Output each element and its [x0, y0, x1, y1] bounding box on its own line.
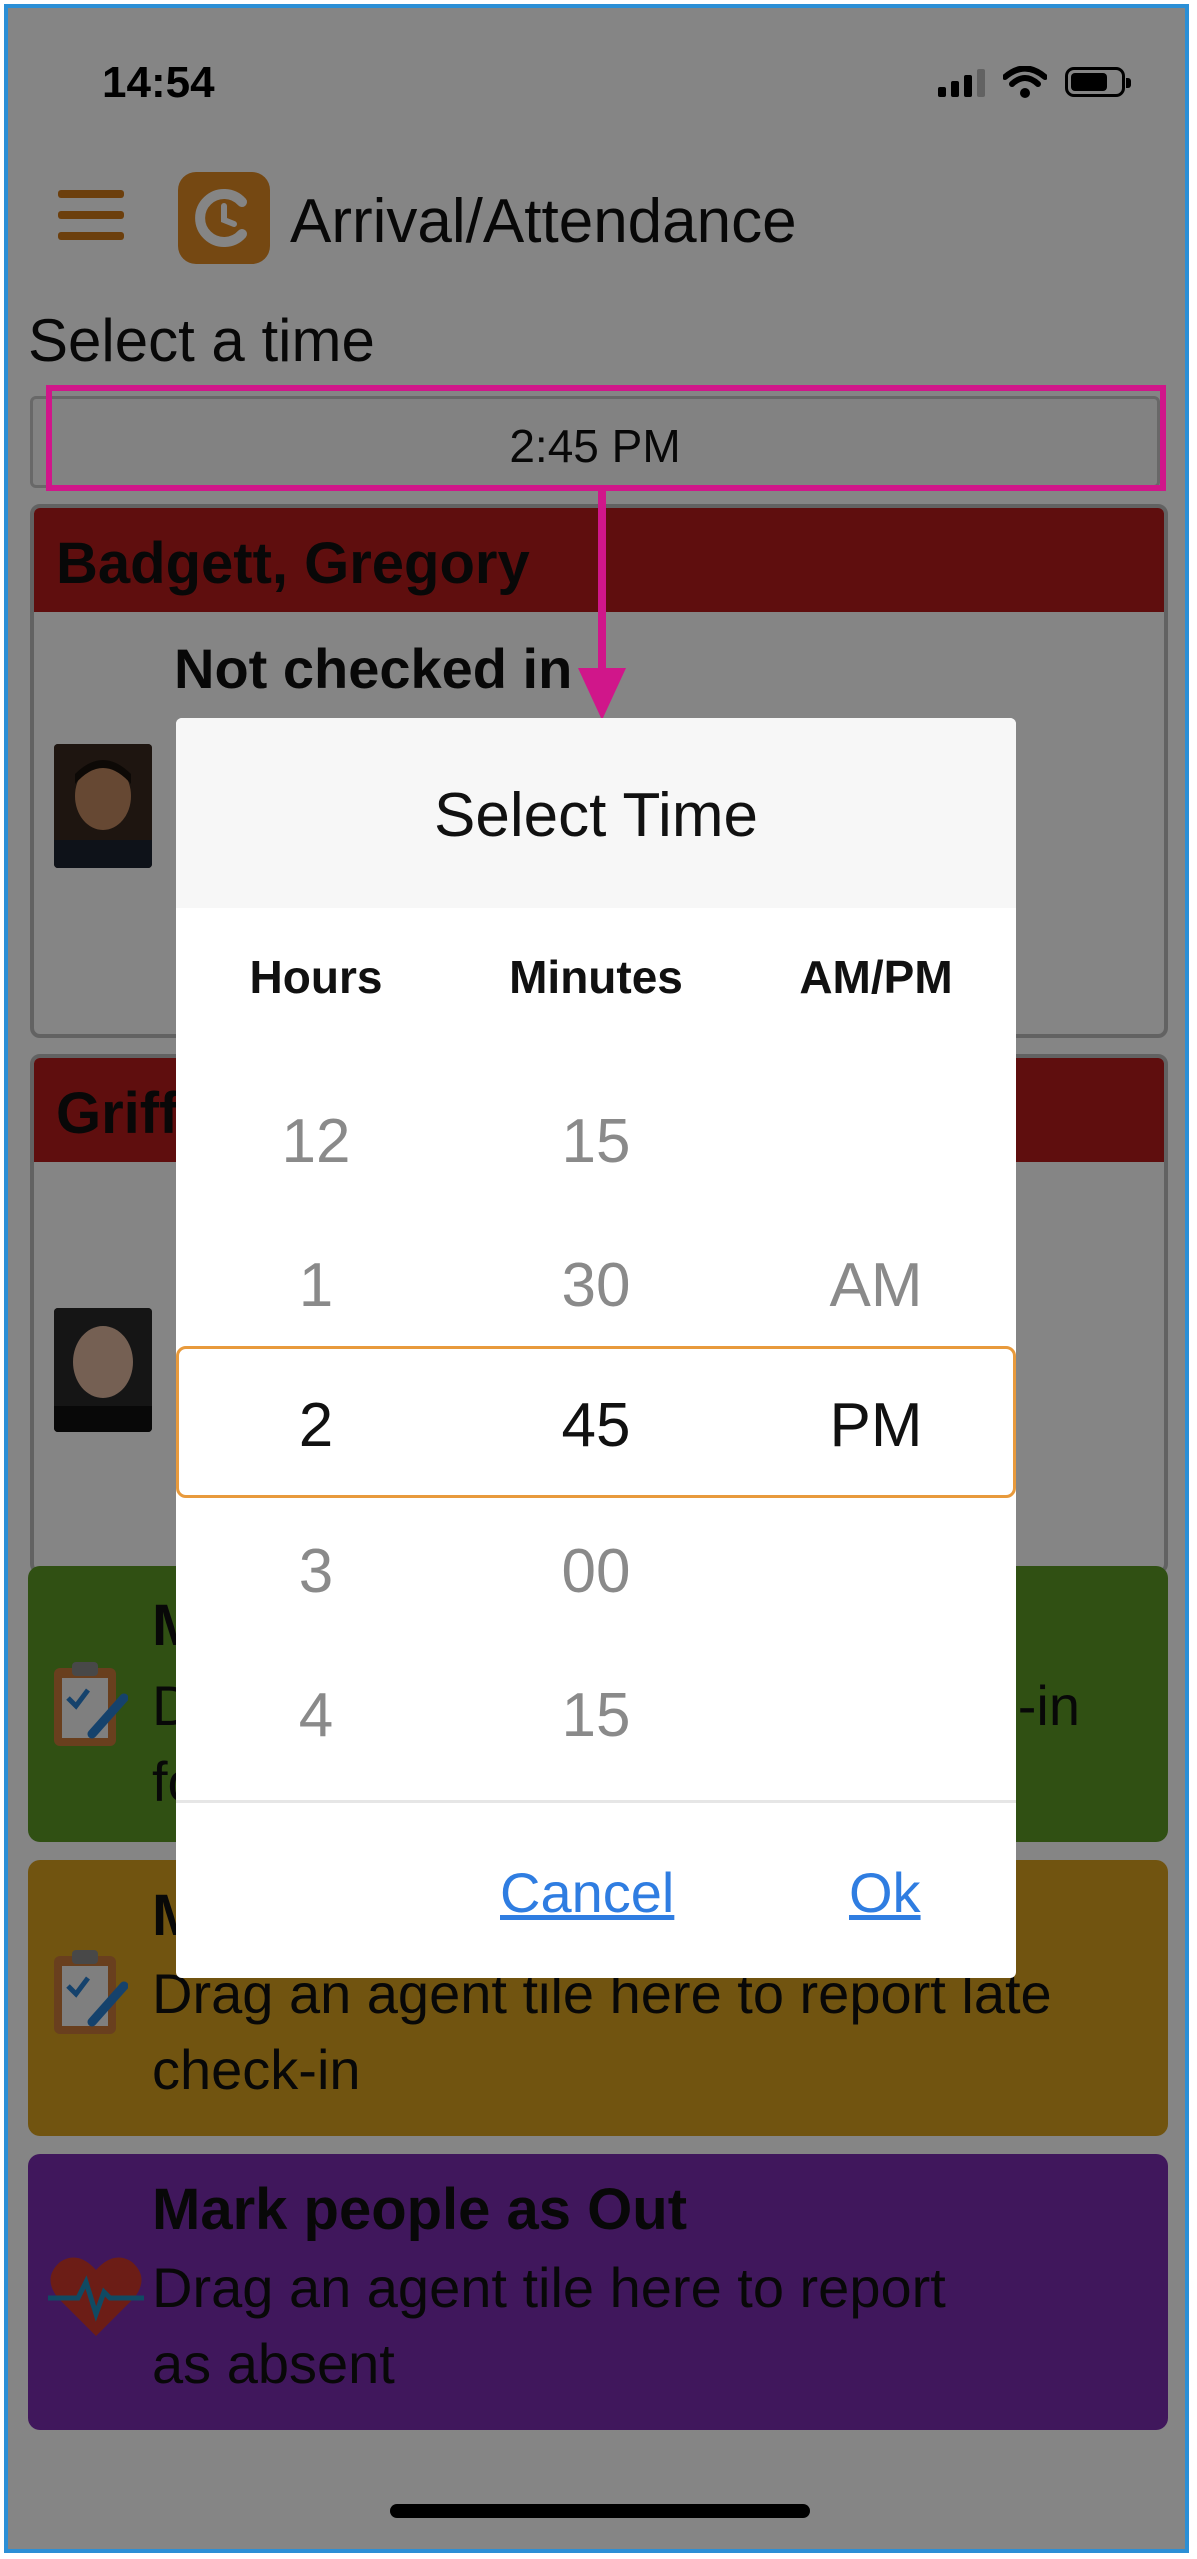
picker-option[interactable]: AM: [736, 1250, 1016, 1321]
picker-option[interactable]: 30: [456, 1250, 736, 1321]
app-screen: 14:54 Arrival/Attendance Select a time 2…: [8, 8, 1185, 2549]
picker-option[interactable]: 3: [176, 1536, 456, 1607]
picker-option[interactable]: 15: [456, 1106, 736, 1177]
device-frame: 14:54 Arrival/Attendance Select a time 2…: [4, 4, 1189, 2553]
cancel-button[interactable]: Cancel: [500, 1860, 674, 1925]
dialog-header: Select Time: [176, 718, 1016, 908]
picker-option-selected[interactable]: 45: [456, 1390, 736, 1461]
picker-option-selected[interactable]: PM: [736, 1390, 1016, 1461]
dialog-divider: [176, 1800, 1016, 1803]
annotation-arrow: [598, 488, 606, 678]
picker-option[interactable]: 12: [176, 1106, 456, 1177]
picker-option[interactable]: 4: [176, 1680, 456, 1751]
ok-button[interactable]: Ok: [849, 1860, 921, 1925]
picker-option[interactable]: 00: [456, 1536, 736, 1607]
annotation-arrow-head: [578, 668, 626, 720]
select-time-dialog: Select Time Hours Minutes AM/PM 12 1 2 3…: [176, 718, 1016, 1978]
hours-header: Hours: [249, 951, 383, 1003]
picker-option-selected[interactable]: 2: [176, 1390, 456, 1461]
minutes-header: Minutes: [509, 951, 683, 1003]
dialog-title: Select Time: [434, 781, 758, 850]
ampm-header: AM/PM: [799, 951, 953, 1003]
picker-option[interactable]: 1: [176, 1250, 456, 1321]
picker-option[interactable]: 15: [456, 1680, 736, 1751]
annotation-highlight-box: [46, 385, 1166, 491]
